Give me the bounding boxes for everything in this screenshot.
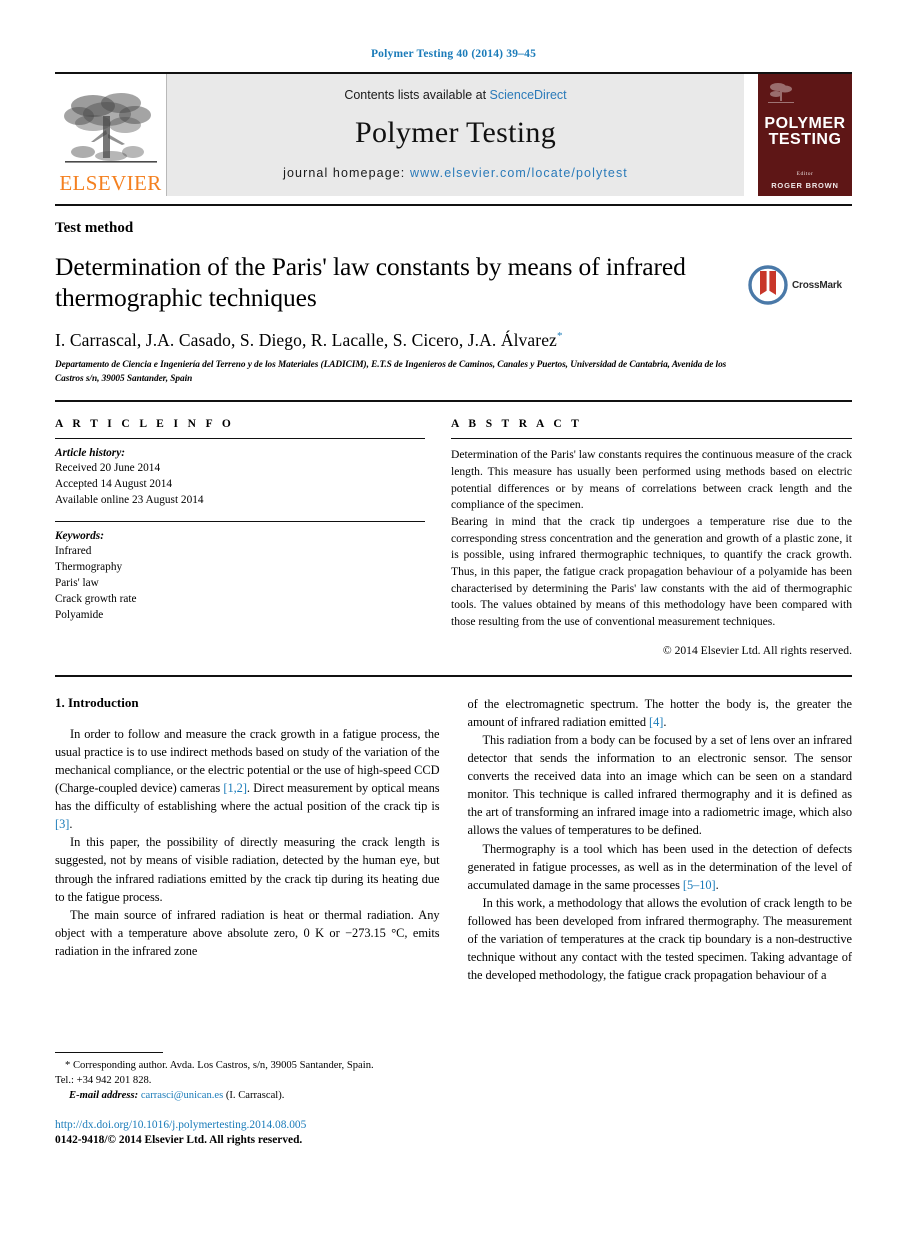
journal-title: Polymer Testing	[354, 116, 556, 149]
affiliation: Departamento de Ciencia e Ingeniería del…	[55, 360, 727, 384]
author-list: I. Carrascal, J.A. Casado, S. Diego, R. …	[55, 330, 738, 351]
elsevier-logo: ELSEVIER	[55, 74, 167, 196]
sciencedirect-link[interactable]: ScienceDirect	[490, 88, 567, 102]
cover-title-line1: POLYMER	[764, 115, 846, 132]
abstract-rule	[451, 438, 852, 440]
article-info-heading: A R T I C L E I N F O	[55, 418, 235, 431]
history-item: Available online 23 August 2014	[55, 494, 204, 507]
body-top-rule	[55, 674, 852, 677]
journal-homepage-line: journal homepage: www.elsevier.com/locat…	[283, 166, 628, 180]
footnote-phone: Tel.: +34 942 201 828.	[55, 1075, 152, 1087]
elsevier-tree-icon	[63, 93, 157, 163]
crossmark-label: CrossMark	[792, 279, 842, 291]
footnote-rule	[55, 1052, 163, 1053]
footnote-email-line: E-mail address: carrasci@unican.es (I. C…	[55, 1088, 429, 1103]
email-owner: (I. Carrascal).	[225, 1090, 285, 1102]
page-title: Determination of the Paris' law constant…	[55, 252, 686, 313]
article-body: 1. Introduction In order to follow and m…	[55, 695, 852, 985]
title-block: Determination of the Paris' law constant…	[55, 251, 852, 386]
journal-masthead: ELSEVIER Contents lists available at Sci…	[55, 72, 852, 196]
keyword-item: Thermography	[55, 561, 123, 574]
journal-banner: Contents lists available at ScienceDirec…	[167, 74, 744, 196]
cover-title-line2: TESTING	[768, 131, 842, 149]
body-paragraph: In this paper, the possibility of direct…	[55, 835, 440, 904]
crossmark-badge[interactable]: CrossMark	[748, 265, 852, 305]
keyword-item: Paris' law	[55, 577, 99, 590]
keywords-block: Keywords: Infrared Thermography Paris' l…	[55, 530, 425, 623]
citation-link[interactable]: [5–10]	[683, 878, 716, 892]
author-names: I. Carrascal, J.A. Casado, S. Diego, R. …	[55, 330, 557, 351]
footnote-address: * Corresponding author. Avda. Los Castro…	[55, 1058, 429, 1073]
cover-elsevier-tree-icon	[768, 83, 794, 103]
email-link[interactable]: carrasci@unican.es	[141, 1090, 223, 1101]
footnote-marker: *	[65, 1060, 71, 1071]
citation-link[interactable]: [4]	[649, 715, 663, 729]
abstract-column: A B S T R A C T Determination of the Par…	[451, 418, 852, 657]
history-item: Accepted 14 August 2014	[55, 478, 173, 491]
title-bottom-rule	[55, 400, 852, 403]
keywords-rule	[55, 521, 425, 523]
body-right-column: of the electromagnetic spectrum. The hot…	[468, 695, 853, 985]
keyword-item: Polyamide	[55, 609, 104, 622]
abstract-heading: A B S T R A C T	[451, 418, 583, 431]
footnote-address-text: Corresponding author. Avda. Los Castros,…	[72, 1060, 374, 1071]
citation-link[interactable]: [3]	[55, 817, 69, 831]
body-paragraph: In this work, a methodology that allows …	[467, 895, 853, 983]
article-type-label: Test method	[55, 220, 134, 236]
keyword-item: Crack growth rate	[55, 593, 137, 606]
article-history: Article history: Received 20 June 2014 A…	[55, 447, 425, 508]
abstract-paragraph: Bearing in mind that the crack tip under…	[451, 514, 852, 629]
body-paragraph: This radiation from a body can be focuse…	[467, 732, 853, 838]
crossmark-icon	[748, 265, 788, 305]
corresponding-author-marker: *	[556, 330, 563, 343]
introduction-heading: 1. Introduction	[55, 694, 139, 710]
body-paragraph: The main source of infrared radiation is…	[55, 907, 440, 959]
article-info-column: A R T I C L E I N F O Article history: R…	[55, 418, 425, 657]
info-abstract-section: A R T I C L E I N F O Article history: R…	[55, 418, 852, 657]
corresponding-author-footnote: * Corresponding author. Avda. Los Castro…	[55, 1052, 429, 1103]
citation-link[interactable]: [1,2]	[223, 781, 247, 795]
body-paragraph: Thermography is a tool which has been us…	[467, 841, 853, 892]
cover-editor-name: ROGER BROWN	[771, 180, 839, 190]
abstract-paragraph: Determination of the Paris' law constant…	[451, 448, 852, 512]
abstract-copyright: © 2014 Elsevier Ltd. All rights reserved…	[662, 643, 852, 657]
cover-editor-label: Editor	[796, 170, 814, 177]
body-paragraph: of the electromagnetic spectrum. The hot…	[467, 696, 853, 729]
homepage-prefix: journal homepage:	[283, 166, 410, 180]
contents-line: Contents lists available at ScienceDirec…	[344, 88, 566, 102]
email-label: E-mail address:	[69, 1090, 139, 1102]
contents-line-prefix: Contents lists available at	[344, 88, 490, 102]
cover-title: POLYMER TESTING	[764, 115, 846, 149]
doi-link[interactable]: http://dx.doi.org/10.1016/j.polymertesti…	[55, 1118, 306, 1133]
article-page: Polymer Testing 40 (2014) 39–45 ELSEVIER…	[0, 0, 907, 1238]
history-item: Received 20 June 2014	[55, 462, 161, 475]
article-history-label: Article history:	[55, 447, 125, 460]
body-left-column: 1. Introduction In order to follow and m…	[55, 695, 440, 985]
keyword-item: Infrared	[55, 545, 92, 558]
body-paragraph: In order to follow and measure the crack…	[55, 726, 440, 832]
page-footer: http://dx.doi.org/10.1016/j.polymertesti…	[55, 1118, 306, 1149]
masthead-bottom-rule	[55, 204, 852, 206]
keywords-label: Keywords:	[55, 530, 104, 543]
running-head: Polymer Testing 40 (2014) 39–45	[370, 48, 537, 60]
elsevier-wordmark: ELSEVIER	[59, 171, 162, 195]
article-info-rule	[55, 438, 425, 440]
homepage-link[interactable]: www.elsevier.com/locate/polytest	[410, 166, 628, 180]
issn-copyright: 0142-9418/© 2014 Elsevier Ltd. All right…	[55, 1134, 303, 1147]
journal-cover-thumbnail: POLYMER TESTING Editor ROGER BROWN	[758, 74, 852, 196]
